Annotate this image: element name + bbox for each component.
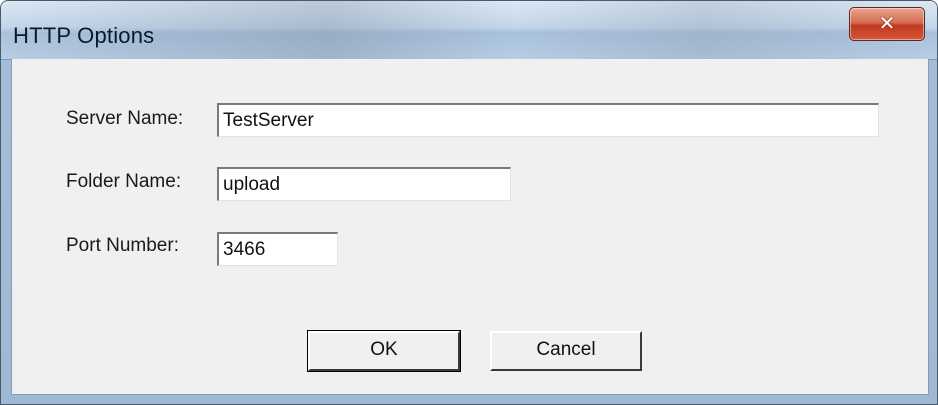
close-button[interactable]: ✕ — [849, 7, 925, 41]
port-number-input[interactable] — [217, 232, 338, 266]
folder-name-input[interactable] — [217, 167, 511, 201]
close-x-icon: ✕ — [878, 11, 896, 35]
server-name-label: Server Name: — [66, 108, 184, 129]
http-options-dialog: HTTP Options ✕ Server Name: Folder Name:… — [0, 0, 938, 405]
folder-name-label: Folder Name: — [66, 171, 182, 192]
dialog-body: Server Name: Folder Name: Port Number: O… — [11, 59, 929, 395]
ok-button[interactable]: OK — [307, 330, 461, 372]
window-title: HTTP Options — [13, 23, 155, 48]
port-number-label: Port Number: — [66, 235, 179, 256]
cancel-button[interactable]: Cancel — [490, 331, 642, 371]
server-name-input[interactable] — [217, 103, 879, 137]
title-bar[interactable]: HTTP Options ✕ — [1, 1, 937, 60]
